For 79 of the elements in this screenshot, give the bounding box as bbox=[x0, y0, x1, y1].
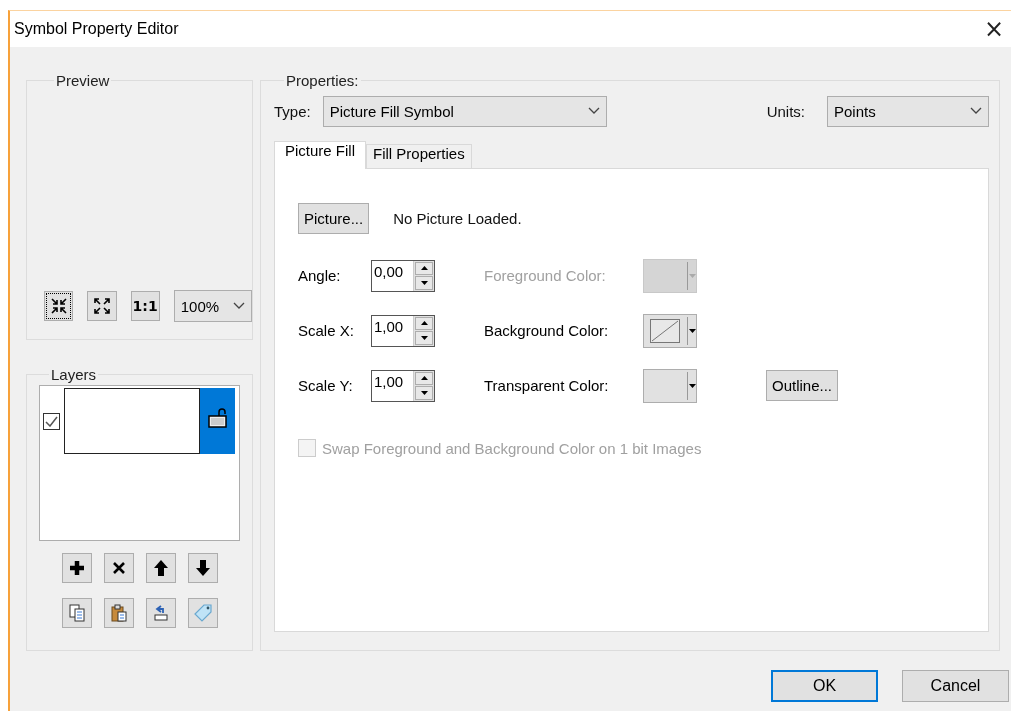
check-icon bbox=[45, 415, 58, 427]
down-layer-button[interactable] bbox=[187, 553, 218, 583]
group-label: Layers bbox=[50, 366, 98, 383]
delete-layer-button[interactable] bbox=[103, 553, 134, 583]
spin-down-button[interactable] bbox=[415, 386, 433, 400]
tag-icon bbox=[193, 604, 212, 622]
expand-button[interactable] bbox=[87, 291, 117, 321]
paste-layer-button[interactable] bbox=[103, 598, 134, 628]
layer-selection-highlight[interactable] bbox=[200, 388, 235, 454]
paste-icon bbox=[109, 604, 128, 622]
outline-button[interactable]: Outline... bbox=[766, 370, 839, 401]
field-label: Scale X: bbox=[298, 322, 355, 339]
shrink-button[interactable] bbox=[44, 291, 74, 321]
triangle-up-icon bbox=[420, 266, 428, 271]
chevron-down-icon bbox=[587, 107, 600, 115]
layer-symbol-preview[interactable] bbox=[64, 388, 200, 454]
status-text: No Picture Loaded. bbox=[393, 209, 522, 227]
spin-up-button[interactable] bbox=[415, 316, 433, 330]
group-label: Preview bbox=[55, 72, 111, 89]
units-dropdown[interactable]: Points bbox=[827, 95, 989, 127]
tab[interactable]: Fill Properties bbox=[366, 144, 472, 168]
type-dropdown[interactable]: Picture Fill Symbol bbox=[322, 95, 607, 127]
add-layer-button[interactable] bbox=[61, 553, 92, 583]
layer-checkbox[interactable] bbox=[43, 412, 60, 430]
chevron-down-icon bbox=[233, 302, 245, 310]
triangle-up-icon bbox=[420, 376, 428, 381]
dropdown-arrow-icon bbox=[688, 383, 696, 388]
number-spinner[interactable]: 1,00 bbox=[371, 369, 435, 402]
dropdown-value: Picture Fill Symbol bbox=[329, 102, 454, 120]
dropdown-value: 100% bbox=[180, 297, 220, 315]
tab[interactable]: Picture Fill bbox=[274, 141, 366, 169]
spin-down-button[interactable] bbox=[415, 276, 433, 290]
field-label: Angle: bbox=[298, 267, 342, 284]
dropdown-value: Points bbox=[834, 102, 876, 120]
spin-up-button[interactable] bbox=[415, 261, 433, 275]
close-button[interactable]: × bbox=[977, 12, 1011, 46]
spinner-value: 1,00 bbox=[373, 316, 405, 337]
color-picker[interactable] bbox=[643, 258, 697, 293]
no-color-icon bbox=[650, 318, 680, 343]
triangle-down-icon bbox=[420, 390, 428, 395]
zoom-dropdown[interactable]: 100% bbox=[173, 290, 252, 322]
reset-layer-button[interactable] bbox=[145, 598, 176, 628]
arrow-up-icon bbox=[151, 559, 170, 577]
field-label: Scale Y: bbox=[298, 377, 354, 394]
spin-down-button[interactable] bbox=[415, 331, 433, 345]
up-layer-button[interactable] bbox=[145, 553, 176, 583]
dialog-button[interactable]: Cancel bbox=[902, 670, 1009, 702]
expand-arrows-icon bbox=[92, 297, 111, 315]
copy-icon bbox=[67, 604, 86, 622]
color-label: Background Color: bbox=[484, 322, 610, 339]
dropdown-arrow-icon bbox=[688, 328, 696, 333]
spinner-value: 1,00 bbox=[373, 371, 405, 392]
undo-icon bbox=[151, 604, 170, 622]
type-label: Type: bbox=[274, 102, 311, 120]
color-picker[interactable] bbox=[643, 313, 697, 348]
copy-layer-button[interactable] bbox=[61, 598, 92, 628]
triangle-up-icon bbox=[420, 321, 428, 326]
spinner-value: 0,00 bbox=[373, 261, 405, 282]
checkbox-label: Swap Foreground and Background Color on 1 bit Images bbox=[322, 439, 702, 457]
number-spinner[interactable]: 1,00 bbox=[371, 314, 435, 347]
dialog-button[interactable]: OK bbox=[771, 670, 878, 702]
window-title: Symbol Property Editor bbox=[14, 20, 179, 38]
plus-icon bbox=[67, 559, 86, 577]
picture-button[interactable]: Picture... bbox=[298, 202, 370, 234]
triangle-down-icon bbox=[420, 335, 428, 340]
units-label: Units: bbox=[766, 102, 805, 120]
arrow-down-icon bbox=[193, 559, 212, 577]
chevron-down-icon bbox=[970, 107, 982, 115]
color-label: Transparent Color: bbox=[484, 377, 610, 394]
color-picker[interactable] bbox=[643, 368, 697, 403]
dropdown-arrow-icon bbox=[688, 273, 696, 278]
triangle-down-icon bbox=[420, 280, 428, 285]
padlock-icon bbox=[207, 408, 228, 428]
actual-size-button[interactable]: 1:1 bbox=[130, 291, 160, 321]
color-label: Foreground Color: bbox=[484, 267, 607, 284]
number-spinner[interactable]: 0,00 bbox=[371, 259, 435, 292]
group-label: Properties: bbox=[285, 72, 360, 89]
shrink-arrows-icon bbox=[49, 297, 68, 315]
spin-up-button[interactable] bbox=[415, 371, 433, 385]
